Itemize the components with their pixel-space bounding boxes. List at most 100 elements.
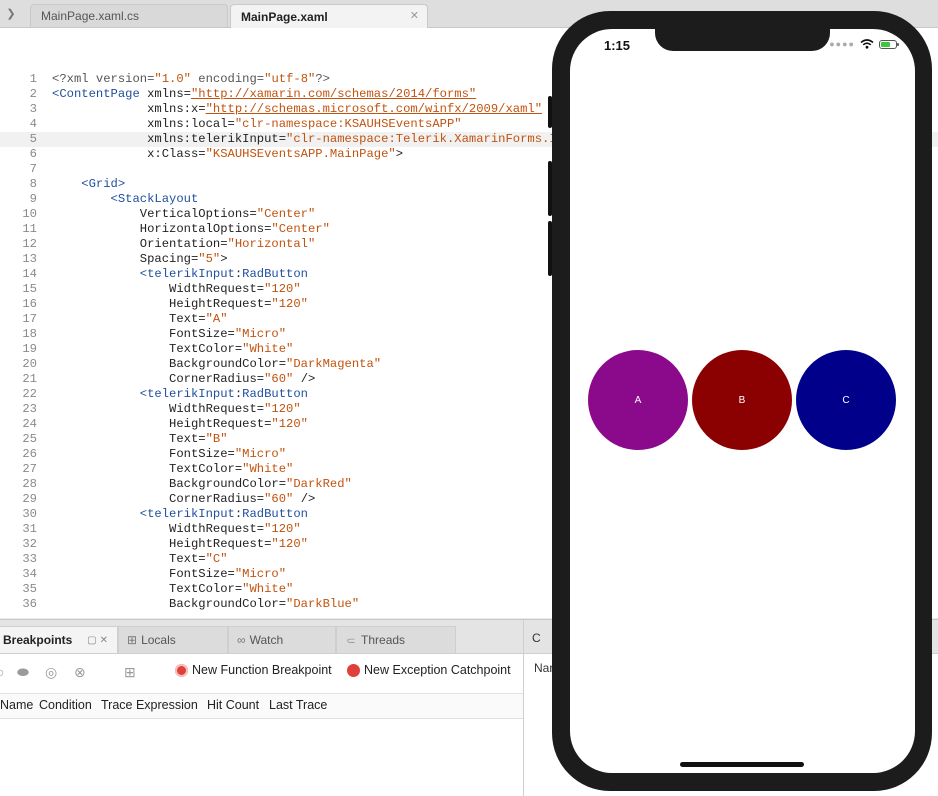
code-text: xmlns:local="clr-namespace:KSAUHSEventsA… bbox=[52, 117, 462, 132]
code-token: TextColor= bbox=[52, 342, 243, 356]
battery-icon bbox=[879, 39, 899, 49]
remove-breakpoint-icon[interactable]: ⊗ bbox=[74, 664, 86, 681]
code-token: TextColor= bbox=[52, 582, 243, 596]
code-token: "http://schemas.microsoft.com/winfx/2009… bbox=[205, 102, 543, 116]
button-label: A bbox=[634, 394, 642, 406]
code-token: "Center" bbox=[271, 222, 330, 236]
code-text: WidthRequest="120" bbox=[52, 282, 301, 297]
pad-window-controls-icon[interactable]: ▢✕ bbox=[87, 635, 111, 646]
code-token: "http://xamarin.com/schemas/2014/forms" bbox=[190, 87, 477, 101]
code-text: HeightRequest="120" bbox=[52, 297, 308, 312]
column-header-trace-expression[interactable]: Trace Expression bbox=[101, 698, 198, 712]
new-exception-catchpoint-button[interactable]: New Exception Catchpoint bbox=[347, 663, 511, 677]
code-token: "Micro" bbox=[234, 567, 287, 581]
rad-button-b[interactable]: B bbox=[692, 350, 792, 450]
wifi-icon bbox=[860, 39, 874, 49]
code-text: CornerRadius="60" /> bbox=[52, 372, 315, 387]
code-token: > bbox=[395, 147, 404, 161]
threads-icon: ⸦ bbox=[345, 633, 358, 648]
line-number: 36 bbox=[22, 597, 37, 611]
breakpoint-properties-icon[interactable]: ⊞ bbox=[124, 664, 136, 681]
code-token: "utf-8" bbox=[264, 72, 316, 86]
code-token: FontSize= bbox=[52, 567, 235, 581]
tab-label: Breakpoints bbox=[3, 633, 73, 647]
code-token: Spacing= bbox=[52, 252, 199, 266]
breakpoints-table-header: Name Condition Trace Expression Hit Coun… bbox=[0, 693, 523, 719]
code-token: RadButton bbox=[242, 387, 308, 401]
code-text: TextColor="White" bbox=[52, 462, 293, 477]
code-token: "A" bbox=[205, 312, 228, 326]
code-token: "Center" bbox=[256, 207, 316, 221]
line-number: 14 bbox=[22, 267, 37, 281]
line-number: 22 bbox=[22, 387, 37, 401]
code-token: "60" bbox=[264, 372, 294, 386]
right-pad-label[interactable]: C bbox=[532, 631, 541, 645]
code-token: WidthRequest= bbox=[52, 282, 265, 296]
code-token: "5" bbox=[198, 252, 221, 266]
line-number: 35 bbox=[22, 582, 37, 596]
line-number: 27 bbox=[22, 462, 37, 476]
tab-mainpage-xaml-cs[interactable]: MainPage.xaml.cs bbox=[30, 4, 228, 27]
new-function-breakpoint-button[interactable]: New Function Breakpoint bbox=[175, 663, 332, 677]
code-token: encoding= bbox=[190, 72, 265, 86]
disable-all-breakpoints-icon[interactable]: ◎ bbox=[45, 664, 57, 681]
code-token: BackgroundColor= bbox=[52, 597, 287, 611]
line-number: 24 bbox=[22, 417, 37, 431]
line-number: 18 bbox=[22, 327, 37, 341]
button-label: C bbox=[842, 394, 850, 406]
line-number: 20 bbox=[22, 357, 37, 371]
mute-switch bbox=[548, 96, 552, 128]
code-token: BackgroundColor= bbox=[52, 357, 287, 371]
line-number: 15 bbox=[22, 282, 37, 296]
code-token: > bbox=[220, 252, 228, 266]
rad-button-a[interactable]: A bbox=[588, 350, 688, 450]
tab-breakpoints[interactable]: Breakpoints ▢✕ bbox=[0, 626, 118, 653]
code-text: Orientation="Horizontal" bbox=[52, 237, 316, 252]
rad-button-c[interactable]: C bbox=[796, 350, 896, 450]
tab-mainpage-xaml[interactable]: MainPage.xaml ✕ bbox=[230, 4, 428, 28]
toggle-breakpoint-icon[interactable]: ⬬ bbox=[17, 664, 29, 681]
line-number: 10 bbox=[22, 207, 37, 221]
column-header-condition[interactable]: Condition bbox=[39, 698, 92, 712]
code-token: CornerRadius= bbox=[52, 372, 265, 386]
enable-breakpoint-icon[interactable]: ○ bbox=[0, 664, 4, 680]
code-text: xmlns:x="http://schemas.microsoft.com/wi… bbox=[52, 102, 542, 117]
tab-watch[interactable]: ∞ Watch bbox=[228, 626, 336, 653]
code-token: HeightRequest= bbox=[52, 537, 272, 551]
tab-threads[interactable]: ⸦ Threads bbox=[336, 626, 456, 653]
line-number: 2 bbox=[29, 87, 37, 101]
column-header-name[interactable]: Name bbox=[0, 698, 33, 712]
code-token: HeightRequest= bbox=[52, 417, 272, 431]
column-header-last-trace[interactable]: Last Trace bbox=[269, 698, 327, 712]
code-token: xmlns:telerikInput= bbox=[52, 132, 287, 146]
code-text: x:Class="KSAUHSEventsAPP.MainPage"> bbox=[52, 147, 403, 162]
code-text: BackgroundColor="DarkBlue" bbox=[52, 597, 359, 612]
locals-icon: ⊞ bbox=[127, 633, 138, 647]
pad-tab-bar: Breakpoints ▢✕ ⊞ Locals ∞ Watch ⸦ Thread… bbox=[0, 620, 523, 654]
code-text: <ContentPage xmlns="http://xamarin.com/s… bbox=[52, 87, 476, 102]
code-token: "clr-namespace:KSAUHSEventsAPP" bbox=[234, 117, 462, 131]
code-token: "White" bbox=[242, 582, 294, 596]
tab-label: Threads bbox=[361, 633, 406, 647]
code-token: WidthRequest= bbox=[52, 522, 265, 536]
code-token: "1.0" bbox=[154, 72, 191, 86]
code-text: HeightRequest="120" bbox=[52, 537, 308, 552]
code-token: BackgroundColor= bbox=[52, 477, 287, 491]
code-token: <telerikInput bbox=[139, 507, 235, 521]
code-token: "DarkRed" bbox=[286, 477, 352, 491]
line-number: 5 bbox=[29, 132, 37, 146]
code-token: x:Class= bbox=[52, 147, 206, 161]
code-text: <Grid> bbox=[52, 177, 125, 192]
line-number: 17 bbox=[22, 312, 37, 326]
close-icon[interactable]: ✕ bbox=[410, 9, 419, 22]
code-token: FontSize= bbox=[52, 447, 235, 461]
column-header-hit-count[interactable]: Hit Count bbox=[207, 698, 259, 712]
tab-locals[interactable]: ⊞ Locals bbox=[118, 626, 228, 653]
line-number: 29 bbox=[22, 492, 37, 506]
tab-scroll-chevron-icon[interactable]: ❯ bbox=[0, 0, 22, 27]
home-indicator[interactable] bbox=[680, 762, 804, 767]
status-icons: ●●●● bbox=[829, 39, 899, 49]
line-number: 26 bbox=[22, 447, 37, 461]
